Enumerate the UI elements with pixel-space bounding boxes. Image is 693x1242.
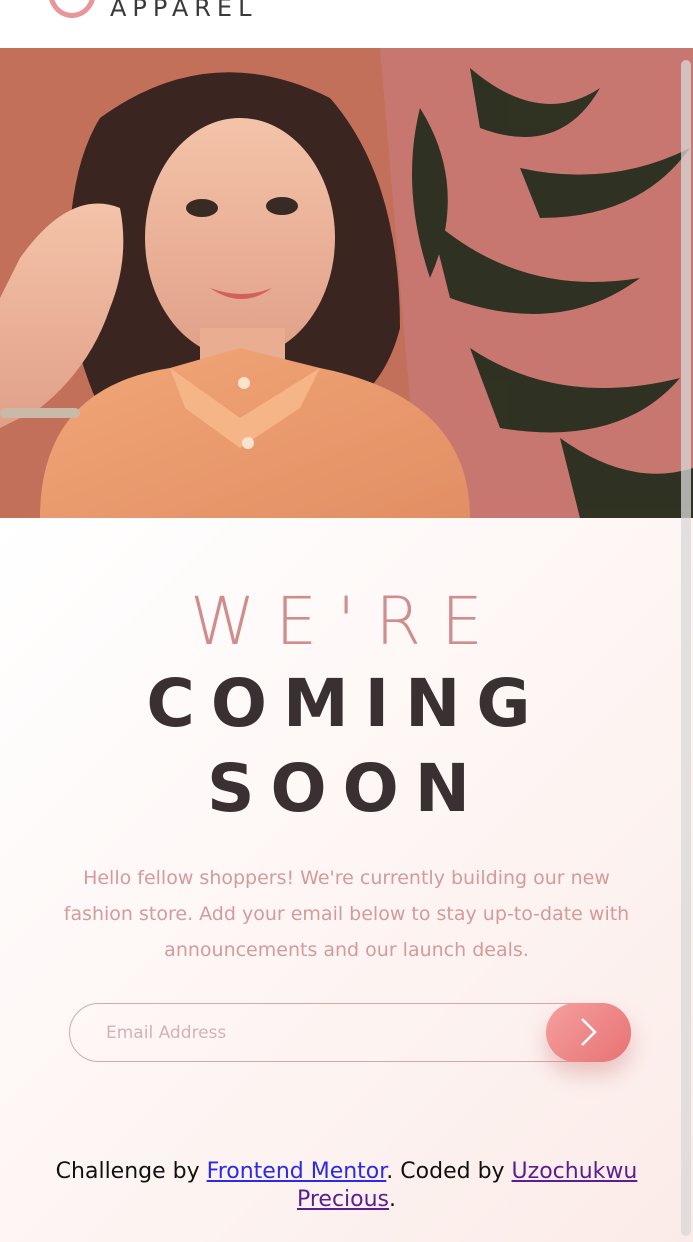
submit-button[interactable]: [546, 1003, 631, 1062]
logo-ring-icon: [48, 0, 96, 18]
hero-photo: [0, 48, 693, 518]
heading-line-soon: SOON: [207, 750, 486, 827]
hero-image: [0, 48, 693, 518]
attribution-footer: Challenge by Frontend Mentor. Coded by U…: [40, 1158, 653, 1214]
heading-line-were: WE'RE: [190, 583, 503, 660]
footer-middle: . Coded by: [386, 1159, 512, 1184]
footer-suffix: .: [389, 1187, 397, 1212]
email-signup-form: [69, 1003, 631, 1062]
frontend-mentor-link[interactable]: Frontend Mentor: [207, 1159, 387, 1184]
footer-prefix: Challenge by: [55, 1159, 207, 1184]
description-text: Hello fellow shoppers! We're currently b…: [63, 867, 630, 961]
page-header: APPAREL: [0, 0, 693, 48]
chevron-right-icon: [581, 1018, 597, 1046]
heading-line-coming: COMING: [146, 665, 547, 742]
logo-text: APPAREL: [110, 0, 258, 22]
vertical-scrollbar[interactable]: [681, 60, 691, 1236]
